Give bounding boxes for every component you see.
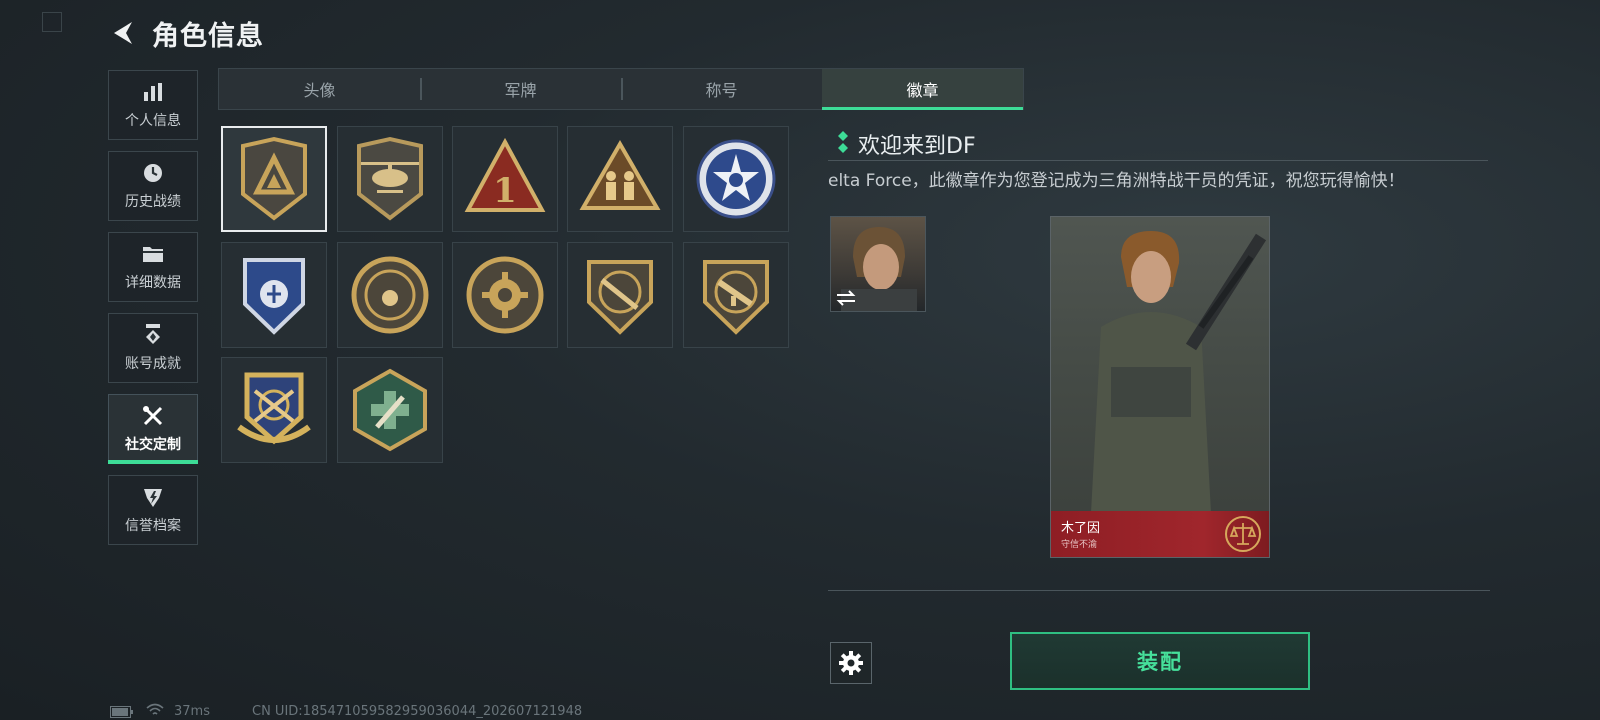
sidebar-item-social-custom[interactable]: 社交定制 bbox=[108, 394, 198, 464]
badge-item[interactable] bbox=[683, 126, 789, 232]
character-card: 木了因 守信不渝 bbox=[1050, 216, 1270, 558]
badge-description: elta Force，此徽章作为您登记成为三角洲特战干员的凭证，祝您玩得愉快！ bbox=[828, 171, 1405, 191]
settings-button[interactable] bbox=[830, 642, 872, 684]
swap-icon[interactable] bbox=[835, 289, 857, 307]
character-figure-image bbox=[1091, 231, 1267, 513]
crossed-rifles-badge-icon bbox=[237, 372, 311, 445]
badge-item[interactable] bbox=[452, 242, 558, 348]
wifi-icon bbox=[146, 703, 164, 715]
badge-item[interactable] bbox=[221, 357, 327, 463]
gear-icon bbox=[839, 651, 863, 675]
sidebar-item-label: 信誉档案 bbox=[125, 518, 181, 534]
uid-readout: CN UID:1854710595829590360­44_2026071219… bbox=[252, 704, 583, 719]
shield-icon bbox=[144, 489, 162, 507]
diamond-marker-icon bbox=[838, 131, 848, 153]
scales-emblem-icon bbox=[1225, 516, 1261, 552]
divider bbox=[828, 160, 1488, 161]
round-emblem-badge-icon bbox=[351, 256, 429, 334]
sidebar-item-label: 详细数据 bbox=[125, 275, 181, 291]
svg-text:1: 1 bbox=[493, 171, 517, 211]
helicopter-badge-icon bbox=[357, 136, 423, 221]
sidebar-item-history[interactable]: 历史战绩 bbox=[108, 151, 198, 221]
badge-title: 欢迎来到DF bbox=[858, 134, 976, 159]
rifle-shield-badge-icon bbox=[587, 260, 653, 335]
card-player-name: 木了因 bbox=[1061, 521, 1101, 536]
star-skull-badge-icon bbox=[696, 139, 776, 219]
badge-item[interactable] bbox=[221, 242, 327, 348]
blue-shield-badge-icon bbox=[243, 258, 305, 335]
back-arrow-icon[interactable] bbox=[108, 18, 138, 48]
ping-readout: 37ms bbox=[174, 704, 210, 719]
badge-item[interactable] bbox=[337, 242, 443, 348]
badge-item[interactable] bbox=[567, 242, 673, 348]
badge-item[interactable] bbox=[337, 357, 443, 463]
battery-icon bbox=[110, 706, 133, 718]
badge-item[interactable] bbox=[337, 126, 443, 232]
sidebar-item-label: 个人信息 bbox=[125, 113, 181, 129]
smg-shield-badge-icon bbox=[703, 260, 769, 335]
number-one-triangle-badge-icon: 1 bbox=[464, 137, 546, 212]
soldiers-triangle-badge-icon bbox=[579, 140, 661, 210]
card-motto: 守信不渝 bbox=[1061, 540, 1098, 550]
badge-item[interactable]: 1 bbox=[452, 126, 558, 232]
equip-button[interactable]: 装配 bbox=[1010, 632, 1310, 690]
tab-dog-tag[interactable]: 军牌 bbox=[420, 69, 621, 109]
corner-frame bbox=[42, 12, 62, 32]
avatar[interactable] bbox=[830, 216, 926, 312]
sidebar-item-achievements[interactable]: 账号成就 bbox=[108, 313, 198, 383]
bar-chart-icon bbox=[144, 83, 162, 101]
tab-avatar[interactable]: 头像 bbox=[219, 69, 420, 109]
tab-bar: 头像 军牌 称号 徽章 bbox=[218, 68, 1024, 110]
sidebar-item-reputation[interactable]: 信誉档案 bbox=[108, 475, 198, 545]
page-title: 角色信息 bbox=[152, 21, 264, 52]
clock-icon bbox=[144, 164, 162, 182]
sidebar-item-detailed-data[interactable]: 详细数据 bbox=[108, 232, 198, 302]
sidebar-item-label: 社交定制 bbox=[125, 437, 181, 453]
card-nameplate: 木了因 守信不渝 bbox=[1051, 511, 1269, 557]
sidebar-item-personal-info[interactable]: 个人信息 bbox=[108, 70, 198, 140]
badge-item[interactable] bbox=[683, 242, 789, 348]
tab-badge[interactable]: 徽章 bbox=[822, 69, 1023, 110]
medic-hexagon-badge-icon bbox=[353, 368, 427, 452]
divider bbox=[828, 590, 1490, 591]
gear-emblem-badge-icon bbox=[466, 256, 544, 334]
sidebar-item-label: 账号成就 bbox=[125, 356, 181, 372]
tools-icon bbox=[143, 406, 163, 426]
tab-title[interactable]: 称号 bbox=[621, 69, 822, 109]
delta-shield-badge-icon bbox=[241, 136, 307, 221]
folder-icon bbox=[143, 247, 163, 262]
sidebar-item-label: 历史战绩 bbox=[125, 194, 181, 210]
badge-item[interactable] bbox=[567, 126, 673, 232]
medal-icon bbox=[146, 324, 160, 344]
badge-item[interactable] bbox=[221, 126, 327, 232]
